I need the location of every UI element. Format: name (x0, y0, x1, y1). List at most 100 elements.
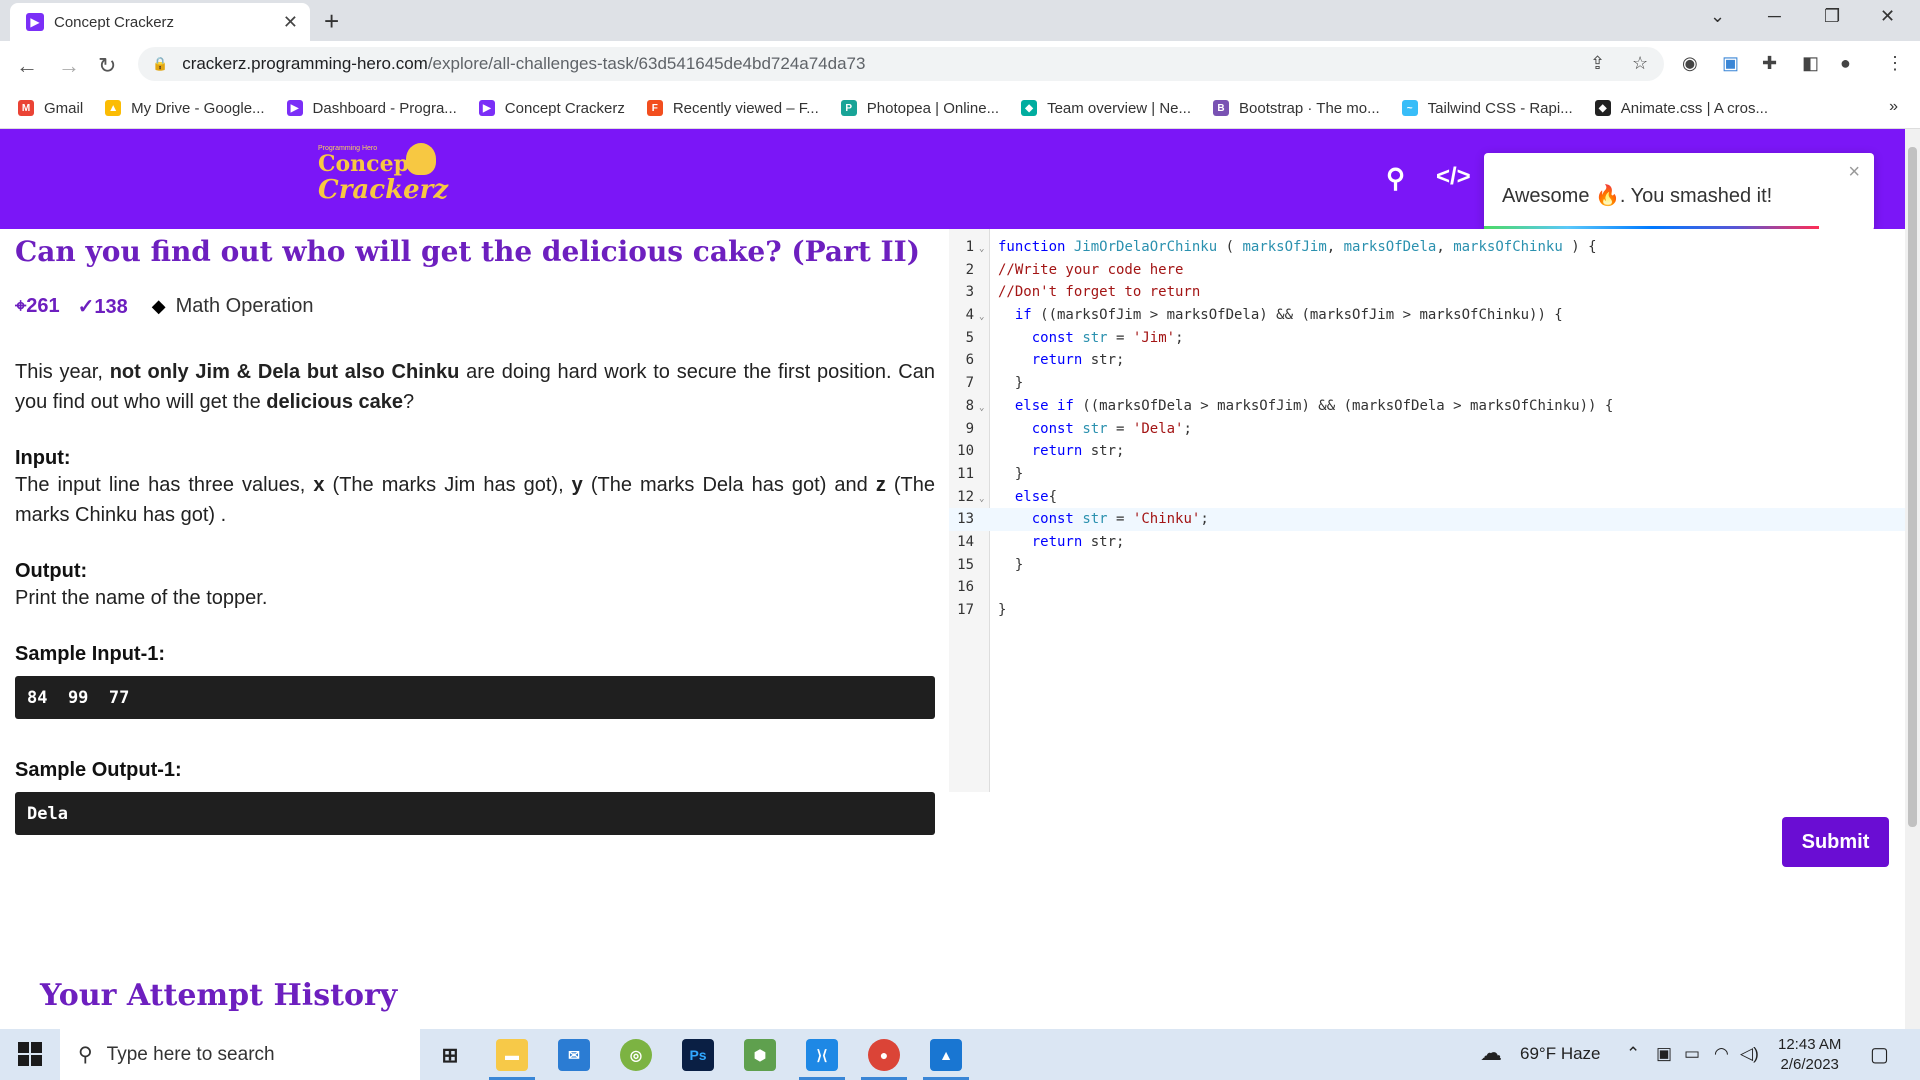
bookmark-item[interactable]: P Photopea | Online... (840, 99, 1000, 117)
search-icon[interactable]: ⚲ (1386, 163, 1405, 194)
bookmark-item[interactable]: F Recently viewed – F... (646, 100, 819, 117)
attempts-count: ⌖261 (15, 295, 60, 317)
wifi-icon[interactable]: ◠ (1714, 1044, 1729, 1064)
bookmark-item[interactable]: ◆ Team overview | Ne... (1021, 100, 1191, 117)
browser-menu-icon[interactable]: ⋮ (1886, 53, 1904, 74)
bookmarks-overflow-icon[interactable]: » (1889, 98, 1898, 116)
nodejs-icon[interactable]: ⬢ (744, 1039, 776, 1071)
toast-message: Awesome 🔥. You smashed it! (1502, 185, 1773, 207)
code-line[interactable]: 6 return str; (949, 349, 1905, 372)
output-label: Output: (15, 560, 88, 582)
bookmarks-bar: M Gmail ▲ My Drive - Google... ▶ Dashboard - … (0, 88, 1920, 129)
battery-icon[interactable]: ▭ (1684, 1044, 1700, 1064)
close-window-button[interactable]: ✕ (1880, 6, 1895, 27)
code-line[interactable]: 5 const str = 'Jim'; (949, 327, 1905, 350)
notifications-icon[interactable]: ▢ (1870, 1042, 1889, 1067)
bookmark-item[interactable]: B Bootstrap · The mo... (1213, 100, 1380, 117)
bookmark-item[interactable]: M Gmail (18, 100, 83, 117)
bookmark-label: Tailwind CSS - Rapi... (1427, 99, 1573, 117)
code-line[interactable]: 3//Don't forget to return (949, 281, 1905, 304)
line-number: 9 (965, 420, 974, 437)
minimize-button[interactable]: ─ (1768, 6, 1781, 27)
vscode-icon[interactable]: ⟩⟨ (806, 1039, 838, 1071)
back-icon[interactable]: ← (16, 53, 38, 79)
side-panel-icon[interactable]: ◧ (1802, 53, 1819, 74)
taskbar-search-box[interactable]: ⚲ Type here to search (60, 1029, 420, 1080)
camera-extension-icon[interactable]: ◉ (1682, 53, 1698, 74)
submit-button[interactable]: Submit (1782, 817, 1889, 867)
code-line[interactable]: 8 ⌄ else if ((marksOfDela > marksOfJim) &… (949, 395, 1905, 418)
volume-icon[interactable]: ◁) (1740, 1044, 1759, 1064)
code-line[interactable]: 16 (949, 576, 1905, 599)
system-clock[interactable]: 12:43 AM 2/6/2023 (1778, 1035, 1841, 1075)
bookmark-star-icon[interactable]: ☆ (1632, 53, 1648, 74)
bookmark-item[interactable]: ◆ Animate.css | A cros... (1594, 100, 1768, 117)
bookmark-item[interactable]: ▲ My Drive - Google... (105, 99, 265, 117)
translate-extension-icon[interactable]: ▣ (1722, 53, 1739, 74)
code-line[interactable]: 15 } (949, 554, 1905, 577)
new-tab-button[interactable]: + (324, 6, 339, 37)
code-line[interactable]: 12 ⌄ else{ (949, 486, 1905, 509)
code-line[interactable]: 10 return str; (949, 440, 1905, 463)
extensions-puzzle-icon[interactable]: ✚ (1762, 53, 1777, 74)
code-line[interactable]: 13 const str = 'Chinku'; (949, 508, 1905, 531)
code-line[interactable]: 11 } (949, 463, 1905, 486)
scrollbar-thumb[interactable] (1908, 147, 1917, 827)
code-line[interactable]: 2//Write your code here (949, 259, 1905, 282)
attempt-history-heading: Your Attempt History (40, 978, 398, 1013)
profile-avatar[interactable]: ● (1840, 53, 1851, 74)
code-line[interactable]: 9 const str = 'Dela'; (949, 418, 1905, 441)
lightbulb-icon (406, 143, 436, 175)
tray-chevron-icon[interactable]: ⌃ (1626, 1044, 1640, 1064)
weather-icon[interactable]: ☁ (1480, 1040, 1502, 1066)
fold-arrow-icon[interactable]: ⌄ (979, 397, 984, 420)
restore-button[interactable]: ❐ (1824, 6, 1840, 27)
file-explorer-icon[interactable]: ▬ (496, 1039, 528, 1071)
code-line[interactable]: 7 } (949, 372, 1905, 395)
tab-title: Concept Crackerz (54, 13, 175, 31)
browser-tab[interactable]: ▶ Concept Crackerz ✕ (10, 3, 310, 41)
search-icon: ⚲ (78, 1044, 93, 1066)
share-icon[interactable]: ⇪ (1590, 53, 1605, 74)
page-scrollbar[interactable] (1905, 129, 1920, 1029)
sample-output-label: Sample Output-1: (15, 759, 182, 781)
tab-search-icon[interactable]: ⌄ (1710, 6, 1725, 27)
bookmark-item[interactable]: ▶ Concept Crackerz (478, 99, 625, 117)
fold-arrow-icon[interactable]: ⌄ (979, 488, 984, 511)
windows-start-icon[interactable] (18, 1042, 42, 1066)
concept-crackerz-logo[interactable]: Programming Hero Concept Crackerz (318, 143, 448, 215)
code-editor[interactable]: 1 ⌄ function JimOrDelaOrChinku ( marksOfJi… (949, 229, 1905, 792)
app-icon[interactable]: ◎ (620, 1039, 652, 1071)
bookmark-item[interactable]: ~ Tailwind CSS - Rapi... (1401, 99, 1573, 117)
weather-text[interactable]: 69°F Haze (1520, 1044, 1601, 1064)
forward-icon[interactable]: → (58, 53, 80, 79)
line-number: 11 (957, 465, 974, 482)
bookmark-item[interactable]: ▶ Dashboard - Progra... (286, 100, 457, 117)
input-description: The input line has three values, x (The … (15, 474, 935, 526)
line-number: 12 (957, 488, 974, 505)
bookmark-label: Photopea | Online... (866, 99, 1000, 117)
tag-icon: ◆ (151, 296, 166, 316)
fold-arrow-icon[interactable]: ⌄ (979, 306, 984, 329)
fold-arrow-icon[interactable]: ⌄ (979, 238, 984, 261)
task-view-icon[interactable]: ⊞ (434, 1039, 466, 1071)
photos-icon[interactable]: ▲ (930, 1039, 962, 1071)
code-line[interactable]: 4 ⌄ if ((marksOfJim > marksOfDela) && (ma… (949, 304, 1905, 327)
code-icon[interactable]: </> (1436, 163, 1471, 191)
taskbar-search-placeholder: Type here to search (106, 1043, 275, 1065)
close-tab-icon[interactable]: ✕ (283, 12, 298, 33)
sample-output-box: Dela (15, 792, 935, 835)
photoshop-icon[interactable]: Ps (682, 1039, 714, 1071)
code-line[interactable]: 14 return str; (949, 531, 1905, 554)
sample-input-box: 84 99 77 (15, 676, 935, 719)
bookmark-label: My Drive - Google... (131, 99, 265, 117)
reload-icon[interactable]: ↻ (98, 53, 116, 79)
code-line[interactable]: 17} (949, 599, 1905, 622)
toast-close-icon[interactable]: × (1848, 161, 1860, 184)
chrome-icon[interactable]: ● (868, 1039, 900, 1071)
address-bar[interactable]: 🔒 crackerz.programming-hero.com/explore/… (138, 47, 1664, 81)
code-line[interactable]: 1 ⌄ function JimOrDelaOrChinku ( marksOfJi… (949, 236, 1905, 259)
bookmark-label: Concept Crackerz (504, 99, 625, 117)
meet-icon[interactable]: ▣ (1656, 1044, 1672, 1064)
mail-icon[interactable]: ✉ (558, 1039, 590, 1071)
